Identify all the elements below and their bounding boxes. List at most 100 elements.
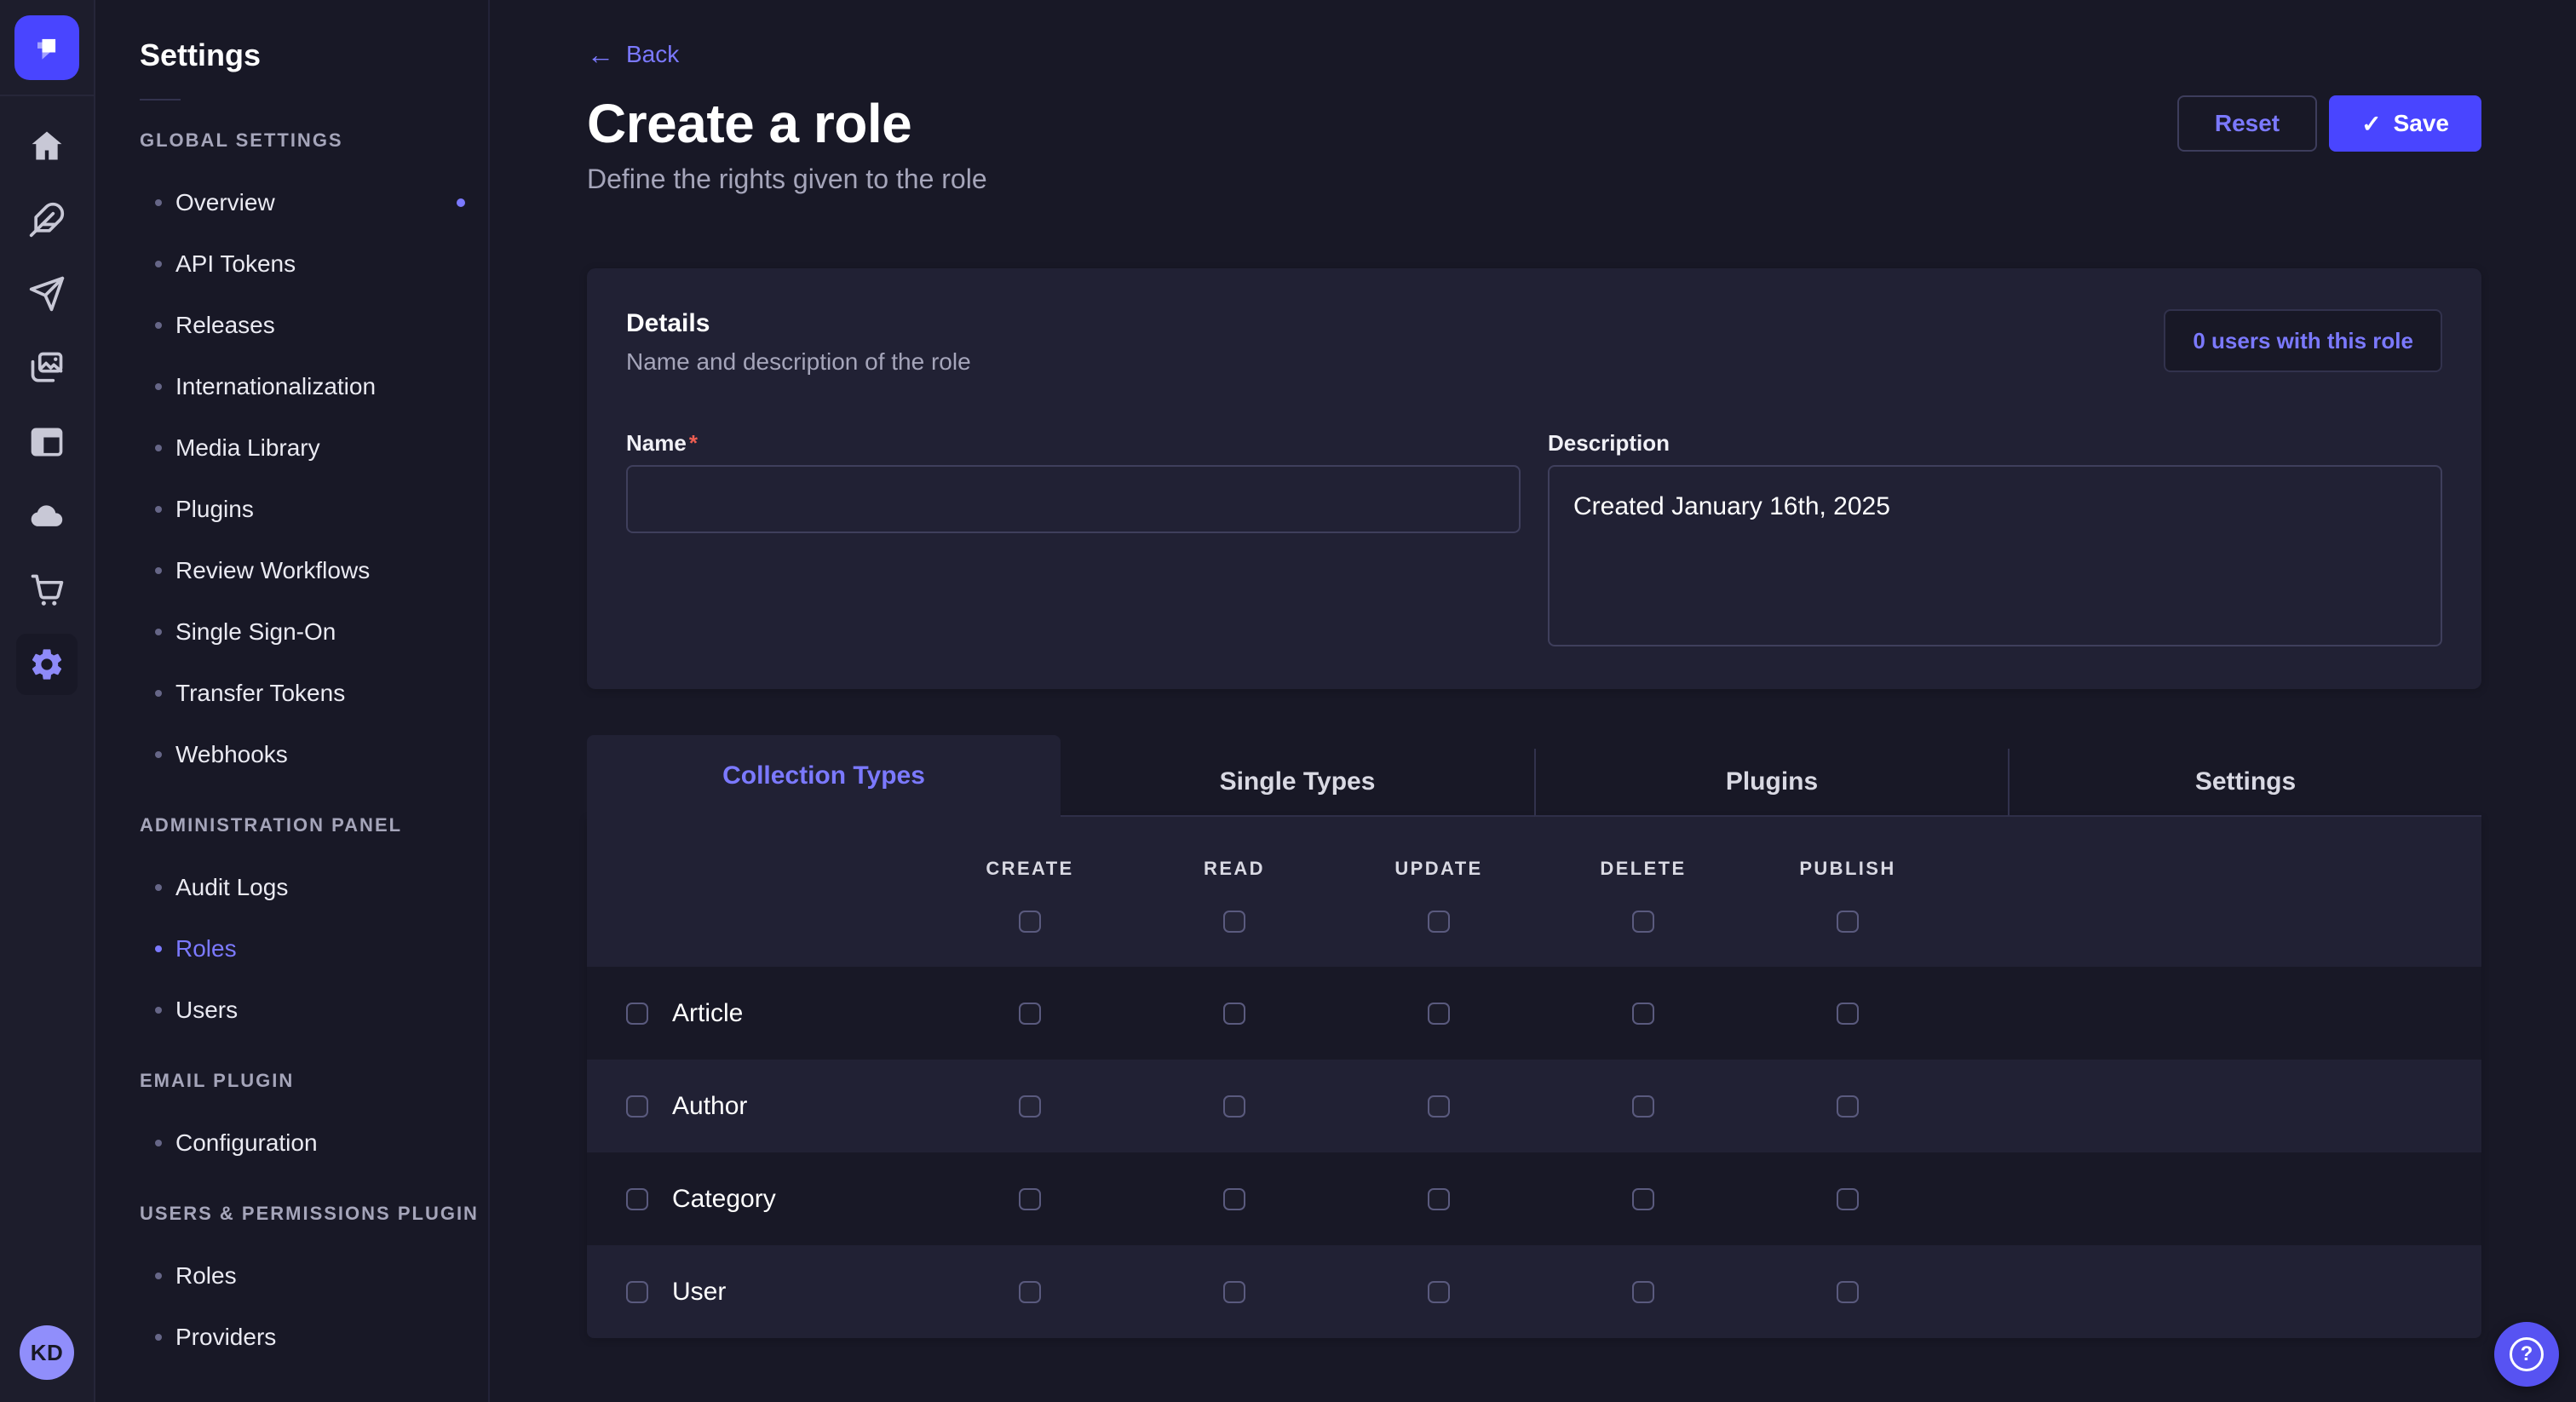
main-content: ← Back Create a role Define the rights g… bbox=[490, 0, 2576, 1402]
table-row-article: Article bbox=[587, 967, 2481, 1060]
role-name-input[interactable] bbox=[626, 465, 1521, 533]
sidebar-divider bbox=[140, 99, 181, 101]
user-create-checkbox[interactable] bbox=[1019, 1281, 1041, 1303]
settings-sidebar: Settings GLOBAL SETTINGS Overview API To… bbox=[95, 0, 490, 1402]
bullet-icon bbox=[155, 506, 162, 513]
user-read-checkbox[interactable] bbox=[1223, 1281, 1245, 1303]
tab-collection-types[interactable]: Collection Types bbox=[587, 735, 1061, 817]
select-all-create-checkbox[interactable] bbox=[1019, 911, 1041, 933]
layout-icon[interactable] bbox=[16, 411, 78, 473]
sidebar-item-providers[interactable]: Providers bbox=[140, 1307, 488, 1368]
sidebar-item-plugins[interactable]: Plugins bbox=[140, 479, 488, 540]
select-all-read-checkbox[interactable] bbox=[1223, 911, 1245, 933]
name-label: Name* bbox=[626, 430, 1521, 457]
select-all-publish-checkbox[interactable] bbox=[1837, 911, 1859, 933]
bullet-icon bbox=[155, 884, 162, 891]
user-publish-checkbox[interactable] bbox=[1837, 1281, 1859, 1303]
column-header-publish: PUBLISH bbox=[1799, 858, 1895, 880]
section-label: USERS & PERMISSIONS PLUGIN bbox=[140, 1203, 488, 1225]
cloud-icon[interactable] bbox=[16, 486, 78, 547]
back-label: Back bbox=[626, 41, 679, 68]
row-select-checkbox[interactable] bbox=[626, 1188, 648, 1210]
cart-icon[interactable] bbox=[16, 560, 78, 621]
sidebar-item-internationalization[interactable]: Internationalization bbox=[140, 356, 488, 417]
select-all-update-checkbox[interactable] bbox=[1428, 911, 1450, 933]
article-publish-checkbox[interactable] bbox=[1837, 1003, 1859, 1025]
author-create-checkbox[interactable] bbox=[1019, 1095, 1041, 1118]
section-label: EMAIL PLUGIN bbox=[140, 1070, 488, 1092]
back-link[interactable]: ← Back bbox=[587, 41, 679, 68]
article-read-checkbox[interactable] bbox=[1223, 1003, 1245, 1025]
user-delete-checkbox[interactable] bbox=[1632, 1281, 1654, 1303]
article-delete-checkbox[interactable] bbox=[1632, 1003, 1654, 1025]
sidebar-item-roles-active[interactable]: Roles bbox=[140, 918, 488, 980]
home-icon[interactable] bbox=[16, 115, 78, 176]
category-update-checkbox[interactable] bbox=[1428, 1188, 1450, 1210]
user-update-checkbox[interactable] bbox=[1428, 1281, 1450, 1303]
sidebar-item-review-workflows[interactable]: Review Workflows bbox=[140, 540, 488, 601]
strapi-logo[interactable] bbox=[14, 15, 79, 80]
section-administration-panel: ADMINISTRATION PANEL Audit Logs Roles Us… bbox=[140, 814, 488, 1041]
select-all-delete-checkbox[interactable] bbox=[1632, 911, 1654, 933]
page-subtitle: Define the rights given to the role bbox=[587, 164, 987, 195]
settings-gear-icon[interactable] bbox=[16, 634, 78, 695]
sidebar-item-api-tokens[interactable]: API Tokens bbox=[140, 233, 488, 295]
section-global-settings: GLOBAL SETTINGS Overview API Tokens Rele… bbox=[140, 129, 488, 785]
row-select-checkbox[interactable] bbox=[626, 1095, 648, 1118]
sidebar-item-webhooks[interactable]: Webhooks bbox=[140, 724, 488, 785]
bullet-icon bbox=[155, 383, 162, 390]
bullet-icon bbox=[155, 945, 162, 952]
sidebar-item-media-library[interactable]: Media Library bbox=[140, 417, 488, 479]
back-arrow-icon: ← bbox=[587, 41, 614, 68]
sidebar-item-configuration[interactable]: Configuration bbox=[140, 1112, 488, 1174]
details-subtitle: Name and description of the role bbox=[626, 348, 971, 376]
article-create-checkbox[interactable] bbox=[1019, 1003, 1041, 1025]
article-update-checkbox[interactable] bbox=[1428, 1003, 1450, 1025]
reset-button[interactable]: Reset bbox=[2177, 95, 2317, 152]
sidebar-item-up-roles[interactable]: Roles bbox=[140, 1245, 488, 1307]
bullet-icon bbox=[155, 629, 162, 635]
author-update-checkbox[interactable] bbox=[1428, 1095, 1450, 1118]
details-card: Details Name and description of the role… bbox=[587, 268, 2481, 689]
strapi-mark-icon bbox=[28, 29, 66, 66]
table-row-user: User bbox=[587, 1245, 2481, 1338]
category-read-checkbox[interactable] bbox=[1223, 1188, 1245, 1210]
sidebar-item-audit-logs[interactable]: Audit Logs bbox=[140, 857, 488, 918]
help-button[interactable]: ? bbox=[2494, 1322, 2559, 1387]
sidebar-item-releases[interactable]: Releases bbox=[140, 295, 488, 356]
category-create-checkbox[interactable] bbox=[1019, 1188, 1041, 1210]
tab-single-types[interactable]: Single Types bbox=[1061, 749, 1534, 817]
role-description-textarea[interactable]: Created January 16th, 2025 bbox=[1548, 465, 2442, 646]
user-avatar[interactable]: KD bbox=[20, 1325, 74, 1380]
bullet-icon bbox=[155, 322, 162, 329]
row-select-checkbox[interactable] bbox=[626, 1281, 648, 1303]
category-delete-checkbox[interactable] bbox=[1632, 1188, 1654, 1210]
header-actions: Reset ✓ Save bbox=[2177, 95, 2481, 152]
nav-rail: KD bbox=[0, 0, 95, 1402]
bullet-icon bbox=[155, 199, 162, 206]
author-delete-checkbox[interactable] bbox=[1632, 1095, 1654, 1118]
save-button[interactable]: ✓ Save bbox=[2329, 95, 2481, 152]
media-library-icon[interactable] bbox=[16, 337, 78, 399]
category-publish-checkbox[interactable] bbox=[1837, 1188, 1859, 1210]
section-users-permissions-plugin: USERS & PERMISSIONS PLUGIN Roles Provide… bbox=[140, 1203, 488, 1368]
author-read-checkbox[interactable] bbox=[1223, 1095, 1245, 1118]
table-row-category: Category bbox=[587, 1152, 2481, 1245]
column-header-update: UPDATE bbox=[1394, 858, 1482, 880]
section-label: ADMINISTRATION PANEL bbox=[140, 814, 488, 836]
description-label: Description bbox=[1548, 430, 2442, 457]
users-with-role-button[interactable]: 0 users with this role bbox=[2164, 309, 2442, 372]
row-select-checkbox[interactable] bbox=[626, 1003, 648, 1025]
send-icon[interactable] bbox=[16, 263, 78, 325]
column-header-read: READ bbox=[1204, 858, 1265, 880]
sidebar-item-single-sign-on[interactable]: Single Sign-On bbox=[140, 601, 488, 663]
feather-icon[interactable] bbox=[16, 189, 78, 250]
author-publish-checkbox[interactable] bbox=[1837, 1095, 1859, 1118]
bullet-icon bbox=[155, 690, 162, 697]
required-asterisk: * bbox=[689, 430, 698, 456]
sidebar-item-transfer-tokens[interactable]: Transfer Tokens bbox=[140, 663, 488, 724]
tab-settings[interactable]: Settings bbox=[2008, 749, 2481, 817]
sidebar-item-overview[interactable]: Overview bbox=[140, 172, 488, 233]
sidebar-item-users[interactable]: Users bbox=[140, 980, 488, 1041]
tab-plugins[interactable]: Plugins bbox=[1534, 749, 2008, 817]
